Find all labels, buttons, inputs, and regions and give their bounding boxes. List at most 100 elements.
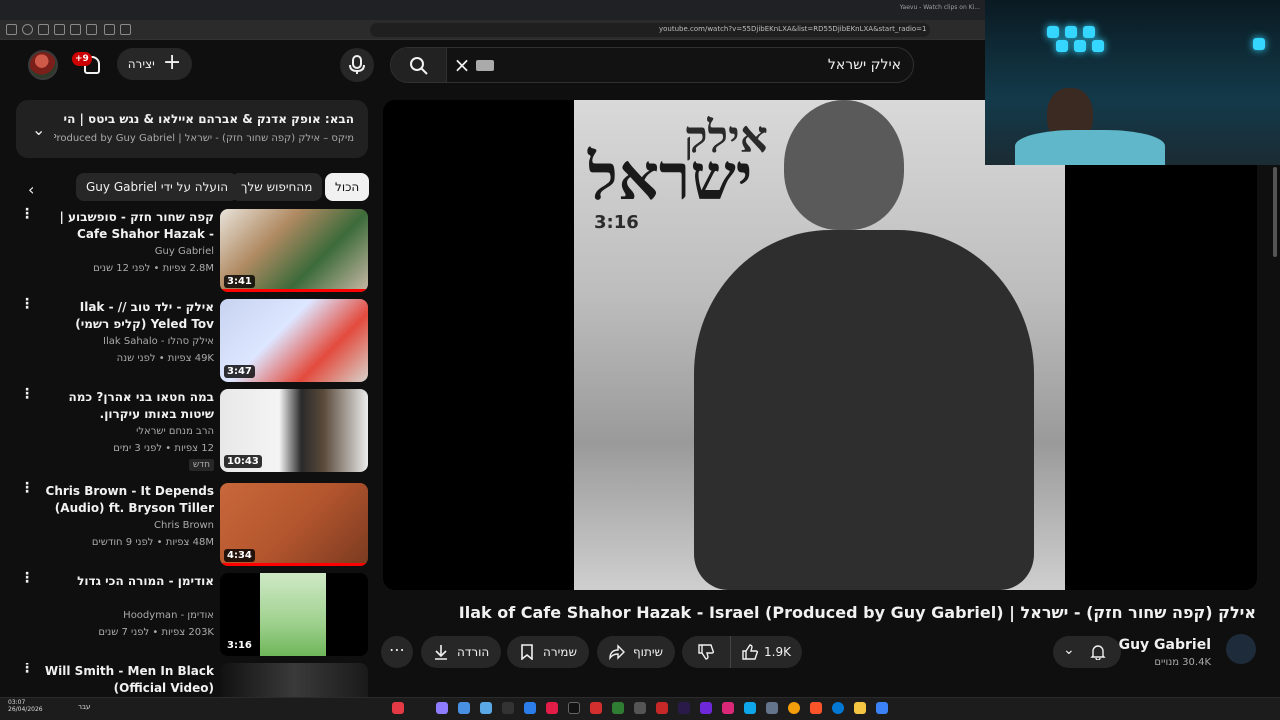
next-up-panel[interactable]: ⌄ הבא: אופק אדנק & אברהם איילאו & נגש בי… bbox=[16, 100, 368, 158]
window-icon[interactable] bbox=[54, 24, 65, 35]
video-thumbnail[interactable]: 3:41 bbox=[220, 209, 368, 292]
suggestion-title[interactable]: במה חטאו בני אהרן? כמה שיטות באותו עיקרו… bbox=[44, 389, 214, 423]
suggestion-channel[interactable]: Chris Brown bbox=[154, 520, 214, 531]
video-player[interactable]: אילק ישראל 3:16 bbox=[383, 100, 1257, 590]
suggestion-channel[interactable]: הרב מנחם ישראלי bbox=[136, 426, 214, 437]
suggestion-title[interactable]: Will Smith - Men In Black (Official Vide… bbox=[44, 663, 214, 697]
app-icon[interactable] bbox=[436, 702, 448, 714]
new-badge: חדש bbox=[188, 459, 214, 471]
dislike-button[interactable] bbox=[682, 644, 730, 660]
chevron-down-icon[interactable]: ⌄ bbox=[32, 120, 45, 139]
edge-icon[interactable] bbox=[832, 702, 844, 714]
app-icon[interactable] bbox=[458, 702, 470, 714]
more-options-icon[interactable]: ⋮ bbox=[20, 387, 34, 401]
download-button[interactable]: הורדה bbox=[421, 636, 502, 668]
video-thumbnail[interactable]: 3:47 bbox=[220, 299, 368, 382]
app-icon[interactable] bbox=[656, 702, 668, 714]
extension-icon[interactable] bbox=[120, 24, 131, 35]
suggestion-meta: 203K צפיות • לפני 7 שנים bbox=[98, 627, 214, 638]
app-icon[interactable] bbox=[744, 702, 756, 714]
suggestion-title[interactable]: אילק - ילד טוב // Ilak - Yeled Tov (קליפ… bbox=[44, 299, 214, 333]
search-button[interactable] bbox=[391, 48, 447, 82]
scrollbar-thumb[interactable] bbox=[1273, 167, 1277, 257]
led-light bbox=[1074, 40, 1086, 52]
share-button[interactable]: שיתוף bbox=[597, 636, 676, 668]
suggestion-meta: 2.8M צפיות • לפני 12 שנים bbox=[93, 263, 214, 274]
search-input[interactable] bbox=[501, 48, 901, 82]
notifications-button[interactable]: +9 bbox=[72, 52, 106, 80]
suggestion-meta: 48M צפיות • לפני 9 חודשים bbox=[91, 537, 214, 548]
suggestion-title[interactable]: אודימן - המורה הכי גדול bbox=[44, 573, 214, 590]
more-options-icon[interactable]: ⋮ bbox=[20, 571, 34, 585]
suggestion-title[interactable]: קפה שחור חזק - סופשבוע | Cafe Shahor Haz… bbox=[44, 209, 215, 243]
channel-name[interactable]: Guy Gabriel bbox=[1119, 637, 1211, 653]
suggestion-channel[interactable]: Guy Gabriel bbox=[155, 246, 214, 257]
app-icon[interactable] bbox=[524, 702, 536, 714]
suggestion-item[interactable]: ⋮ 3:41 קפה שחור חזק - סופשבוע | Cafe Sha… bbox=[14, 207, 368, 297]
browser-tab-title[interactable]: Yaevu - Watch clips on Ki... bbox=[900, 4, 980, 11]
video-thumbnail[interactable]: 3:16 bbox=[220, 573, 368, 656]
suggestion-item[interactable]: ⋮ 4:34 Chris Brown - It Depends (Audio) … bbox=[14, 481, 368, 571]
more-options-icon[interactable]: ⋮ bbox=[20, 207, 34, 221]
suggestion-item[interactable]: ⋮ 10:43 במה חטאו בני אהרן? כמה שיטות באו… bbox=[14, 387, 368, 477]
save-button[interactable]: שמירה bbox=[507, 636, 589, 668]
suggestion-channel[interactable]: אילק סהלו - Ilak Sahalo bbox=[103, 336, 214, 347]
clear-search-button[interactable]: × bbox=[451, 54, 473, 76]
suggestion-item[interactable]: ⋮ 3:16 אודימן - המורה הכי גדול אודימן - … bbox=[14, 571, 368, 661]
app-icon[interactable] bbox=[546, 702, 558, 714]
chip-from-search[interactable]: מהחיפוש שלך bbox=[231, 173, 323, 201]
app-icon[interactable] bbox=[722, 702, 734, 714]
search-icon bbox=[410, 57, 428, 75]
channel-avatar[interactable] bbox=[1226, 634, 1256, 664]
suggestion-title[interactable]: Chris Brown - It Depends (Audio) ft. Bry… bbox=[44, 483, 214, 517]
page-scrollbar[interactable] bbox=[1270, 165, 1280, 695]
app-icon[interactable] bbox=[480, 702, 492, 714]
suggestion-item[interactable]: ⋮ 3:47 אילק - ילד טוב // Ilak - Yeled To… bbox=[14, 297, 368, 387]
app-icon[interactable] bbox=[766, 702, 778, 714]
folder-icon[interactable] bbox=[854, 702, 866, 714]
account-avatar[interactable] bbox=[28, 50, 58, 80]
streamer-shirt bbox=[1015, 130, 1165, 165]
app-icon[interactable] bbox=[634, 702, 646, 714]
chip-all[interactable]: הכול bbox=[325, 173, 370, 201]
suggestion-channel[interactable]: אודימן - Hoodyman bbox=[123, 610, 214, 621]
video-thumbnail[interactable]: 10:43 bbox=[220, 389, 368, 472]
bell-icon bbox=[1090, 645, 1106, 660]
create-button[interactable]: יצירה + bbox=[117, 48, 192, 80]
chrome-icon[interactable] bbox=[788, 702, 800, 714]
video-thumbnail[interactable] bbox=[220, 663, 368, 697]
more-options-icon[interactable]: ⋮ bbox=[20, 663, 34, 675]
bookmark-icon bbox=[521, 644, 533, 660]
subscribed-button[interactable]: ⌄ bbox=[1053, 636, 1121, 668]
app-icon[interactable] bbox=[502, 702, 514, 714]
video-thumbnail[interactable]: 4:34 bbox=[220, 483, 368, 566]
app-icon[interactable] bbox=[612, 702, 624, 714]
more-options-icon[interactable]: ⋮ bbox=[20, 481, 34, 495]
led-light bbox=[1092, 40, 1104, 52]
app-icon[interactable] bbox=[700, 702, 712, 714]
tab-icon[interactable] bbox=[38, 24, 49, 35]
more-options-icon[interactable]: ⋮ bbox=[20, 297, 34, 311]
like-button[interactable]: 1.9K bbox=[730, 636, 802, 668]
more-actions-button[interactable]: ⋯ bbox=[381, 636, 413, 668]
app-icon[interactable] bbox=[392, 702, 404, 714]
chevron-left-icon[interactable]: ‹ bbox=[28, 180, 34, 199]
language-indicator[interactable]: עבר bbox=[78, 703, 90, 711]
shield-icon[interactable] bbox=[22, 24, 33, 35]
keyboard-icon[interactable] bbox=[476, 60, 494, 71]
app-icon[interactable] bbox=[876, 702, 888, 714]
screenshot-icon[interactable] bbox=[104, 24, 115, 35]
app-icon[interactable] bbox=[590, 702, 602, 714]
app-icon[interactable] bbox=[568, 702, 580, 714]
like-count: 1.9K bbox=[764, 645, 791, 659]
save-label: שמירה bbox=[543, 645, 577, 659]
suggestion-item[interactable]: ⋮ Will Smith - Men In Black (Official Vi… bbox=[14, 663, 368, 697]
taskbar-clock[interactable]: 03:07 26/04/2026 bbox=[8, 699, 43, 713]
brave-icon[interactable] bbox=[810, 702, 822, 714]
app-icon[interactable] bbox=[678, 702, 690, 714]
tab-icon[interactable] bbox=[70, 24, 81, 35]
chip-uploaded-by[interactable]: הועלה על ידי Guy Gabriel bbox=[76, 173, 239, 201]
voice-search-button[interactable] bbox=[340, 48, 374, 82]
music-icon[interactable] bbox=[86, 24, 97, 35]
menu-icon[interactable] bbox=[6, 24, 17, 35]
